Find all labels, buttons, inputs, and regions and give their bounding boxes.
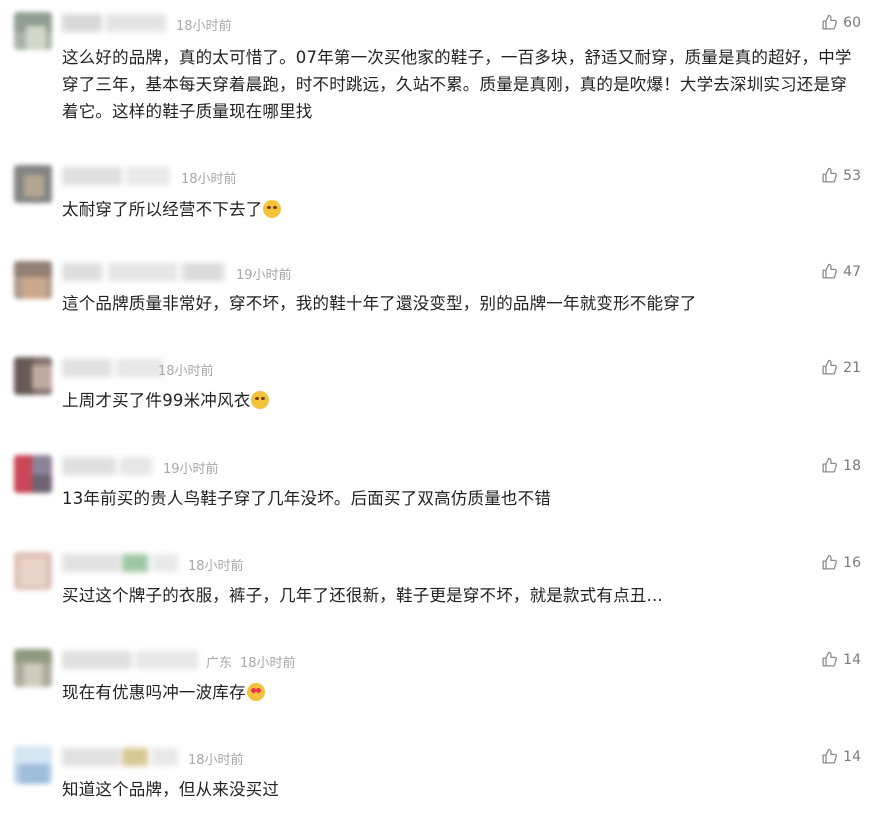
username-blurred[interactable] [62, 748, 180, 766]
username-blurred[interactable] [62, 14, 168, 32]
comment-text: 这么好的品牌，真的太可惜了。07年第一次买他家的鞋子，一百多块，舒适又耐穿，质量… [62, 44, 862, 125]
laughing-emoji-icon [263, 200, 282, 218]
like-count: 16 [843, 554, 861, 571]
laughing-emoji-icon [251, 391, 270, 409]
like-count: 60 [843, 14, 861, 31]
like-button[interactable]: 14 [821, 748, 861, 765]
thumbs-up-icon [822, 651, 838, 667]
timestamp: 18小时前 [188, 753, 244, 768]
avatar[interactable] [14, 357, 52, 395]
thumbs-up-icon [822, 167, 838, 183]
like-count: 14 [843, 748, 861, 765]
comment-text: 买过这个牌子的衣服，裤子，几年了还很新，鞋子更是穿不坏，就是款式有点丑... [62, 582, 862, 609]
avatar[interactable] [14, 165, 52, 203]
like-count: 18 [843, 457, 861, 474]
username-blurred[interactable] [62, 359, 166, 377]
heart-eyes-emoji-icon [246, 683, 265, 701]
avatar[interactable] [14, 455, 52, 493]
timestamp: 18小时前 [188, 559, 244, 574]
comment-body: 太耐穿了所以经营不下去了 [62, 200, 263, 219]
thumbs-up-icon [822, 457, 838, 473]
comment-body: 這个品牌质量非常好，穿不坏，我的鞋十年了還没变型，别的品牌一年就变形不能穿了 [62, 294, 697, 313]
username-blurred[interactable] [62, 457, 154, 475]
comment-body: 上周才买了件99米冲风衣 [62, 391, 251, 410]
like-count: 47 [843, 263, 861, 280]
comment-text: 13年前买的贵人鸟鞋子穿了几年没坏。后面买了双高仿质量也不错 [62, 485, 862, 512]
like-button[interactable]: 21 [821, 359, 861, 376]
location: 广东 [206, 656, 233, 671]
comment-body: 这么好的品牌，真的太可惜了。07年第一次买他家的鞋子，一百多块，舒适又耐穿，质量… [62, 48, 852, 121]
like-count: 53 [843, 167, 861, 184]
like-button[interactable]: 53 [821, 167, 861, 184]
thumbs-up-icon [822, 14, 838, 30]
avatar[interactable] [14, 261, 52, 299]
avatar[interactable] [14, 746, 52, 784]
timestamp: 18小时前 [240, 656, 296, 671]
avatar[interactable] [14, 12, 52, 50]
comment-text: 上周才买了件99米冲风衣 [62, 387, 862, 414]
comment-text: 现在有优惠吗冲一波库存 [62, 679, 862, 706]
username-blurred[interactable] [62, 554, 180, 572]
timestamp: 18小时前 [176, 19, 232, 34]
like-button[interactable]: 16 [821, 554, 861, 571]
like-count: 21 [843, 359, 861, 376]
timestamp: 19小时前 [163, 462, 219, 477]
timestamp: 19小时前 [236, 268, 292, 283]
comment-text: 太耐穿了所以经营不下去了 [62, 196, 862, 223]
thumbs-up-icon [822, 554, 838, 570]
username-blurred[interactable] [62, 651, 200, 669]
like-button[interactable]: 14 [821, 651, 861, 668]
comment-body: 13年前买的贵人鸟鞋子穿了几年没坏。后面买了双高仿质量也不错 [62, 489, 551, 508]
comment-text: 這个品牌质量非常好，穿不坏，我的鞋十年了還没变型，别的品牌一年就变形不能穿了 [62, 290, 862, 317]
like-count: 14 [843, 651, 861, 668]
comment-text: 知道这个品牌，但从来没买过 [62, 776, 862, 803]
comment-body: 买过这个牌子的衣服，裤子，几年了还很新，鞋子更是穿不坏，就是款式有点丑... [62, 586, 663, 605]
thumbs-up-icon [822, 263, 838, 279]
thumbs-up-icon [822, 359, 838, 375]
thumbs-up-icon [822, 748, 838, 764]
username-blurred[interactable] [62, 263, 226, 281]
timestamp: 18小时前 [158, 364, 214, 379]
comment-body: 现在有优惠吗冲一波库存 [62, 683, 246, 702]
username-blurred[interactable] [62, 167, 172, 185]
avatar[interactable] [14, 649, 52, 687]
avatar[interactable] [14, 552, 52, 590]
like-button[interactable]: 18 [821, 457, 861, 474]
timestamp: 18小时前 [181, 172, 237, 187]
like-button[interactable]: 60 [821, 14, 861, 31]
comment-body: 知道这个品牌，但从来没买过 [62, 780, 280, 799]
like-button[interactable]: 47 [821, 263, 861, 280]
